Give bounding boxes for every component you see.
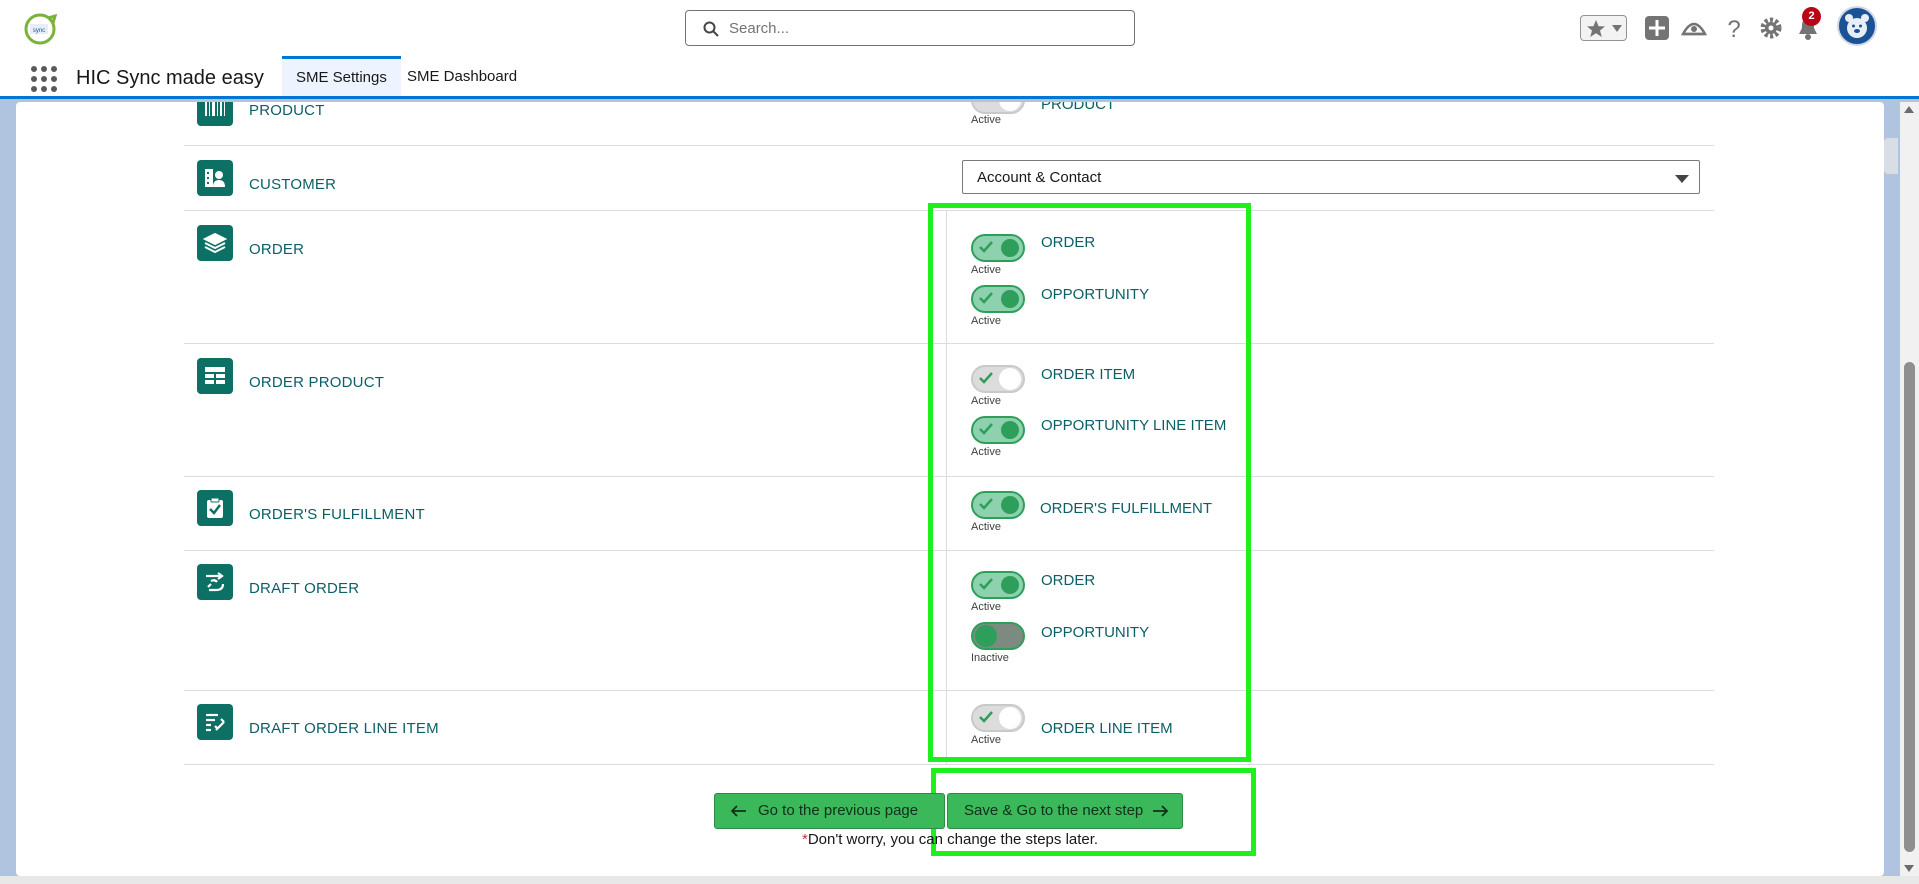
entity-label-orders-fulfillment: ORDER'S FULFILLMENT xyxy=(249,506,425,523)
app-nav-bar: HIC Sync made easy SME Settings SME Dash… xyxy=(0,56,1919,99)
draft-line-item-icon xyxy=(197,704,233,740)
side-panel-handle[interactable] xyxy=(1884,138,1898,174)
scroll-up-arrow-icon[interactable] xyxy=(1904,106,1914,113)
search-placeholder: Search... xyxy=(729,20,790,37)
setup-gear-icon[interactable] xyxy=(1757,14,1785,42)
arrow-right-icon xyxy=(1153,805,1168,817)
highlight-toggles-box xyxy=(928,203,1251,762)
user-avatar[interactable] xyxy=(1837,6,1877,46)
trailhead-icon[interactable] xyxy=(1680,14,1708,42)
app-logo[interactable]: sync xyxy=(18,12,64,46)
entity-label-draft-order-line-item: DRAFT ORDER LINE ITEM xyxy=(249,720,439,737)
entity-label-customer: CUSTOMER xyxy=(249,176,337,193)
layers-icon xyxy=(197,225,233,261)
toggle-state: Active xyxy=(971,114,1001,126)
tab-sme-settings[interactable]: SME Settings xyxy=(282,56,401,96)
arrow-left-icon xyxy=(731,805,746,817)
previous-page-button[interactable]: Go to the previous page xyxy=(714,793,945,829)
toggle-label-product: PRODUCT xyxy=(1041,102,1116,113)
tab-sme-dashboard[interactable]: SME Dashboard xyxy=(393,56,531,96)
bottom-strip xyxy=(0,876,1919,884)
customer-mapping-select[interactable]: Account & Contact xyxy=(962,160,1700,194)
toggle-product[interactable] xyxy=(971,102,1025,114)
svg-text:?: ? xyxy=(1727,16,1740,42)
chevron-down-icon xyxy=(1675,175,1689,183)
search-icon xyxy=(703,21,719,37)
svg-text:sync: sync xyxy=(33,28,45,34)
select-value: Account & Contact xyxy=(977,169,1102,186)
sme-settings-panel: PRODUCT Active PRODUCT CUSTOMER Account … xyxy=(16,102,1884,876)
app-name: HIC Sync made easy xyxy=(76,67,264,89)
footnote-text: *Don't worry, you can change the steps l… xyxy=(802,831,1098,848)
toggle-knob xyxy=(999,102,1021,111)
table-icon xyxy=(197,358,233,394)
bear-avatar-icon xyxy=(1845,14,1869,38)
global-header: sync Search... ? 2 xyxy=(0,0,1919,56)
entity-label-order-product: ORDER PRODUCT xyxy=(249,374,385,391)
footnote-message: Don't worry, you can change the steps la… xyxy=(807,831,1099,848)
app-launcher-icon[interactable] xyxy=(30,65,58,93)
draft-order-icon xyxy=(197,564,233,600)
global-search-input[interactable]: Search... xyxy=(685,10,1135,46)
clipboard-check-icon xyxy=(197,490,233,526)
scroll-down-arrow-icon[interactable] xyxy=(1904,865,1914,872)
barcode-icon xyxy=(197,102,233,126)
account-contact-icon xyxy=(197,160,233,196)
favorites-button[interactable] xyxy=(1580,15,1627,41)
row-divider xyxy=(184,764,1714,765)
notification-count-badge: 2 xyxy=(1802,7,1821,26)
row-divider xyxy=(184,145,1714,146)
entity-label-product: PRODUCT xyxy=(249,102,325,119)
save-next-step-button[interactable]: Save & Go to the next step xyxy=(947,793,1183,829)
previous-page-label: Go to the previous page xyxy=(758,802,919,819)
page-scrollbar[interactable] xyxy=(1900,102,1919,876)
scroll-thumb[interactable] xyxy=(1904,362,1915,852)
entity-label-order: ORDER xyxy=(249,241,305,258)
global-actions-add-icon[interactable] xyxy=(1643,14,1671,42)
help-icon[interactable]: ? xyxy=(1720,14,1748,42)
save-next-step-label: Save & Go to the next step xyxy=(964,802,1144,819)
chevron-down-icon xyxy=(1612,25,1622,32)
entity-label-draft-order: DRAFT ORDER xyxy=(249,580,360,597)
star-icon xyxy=(1587,20,1605,37)
